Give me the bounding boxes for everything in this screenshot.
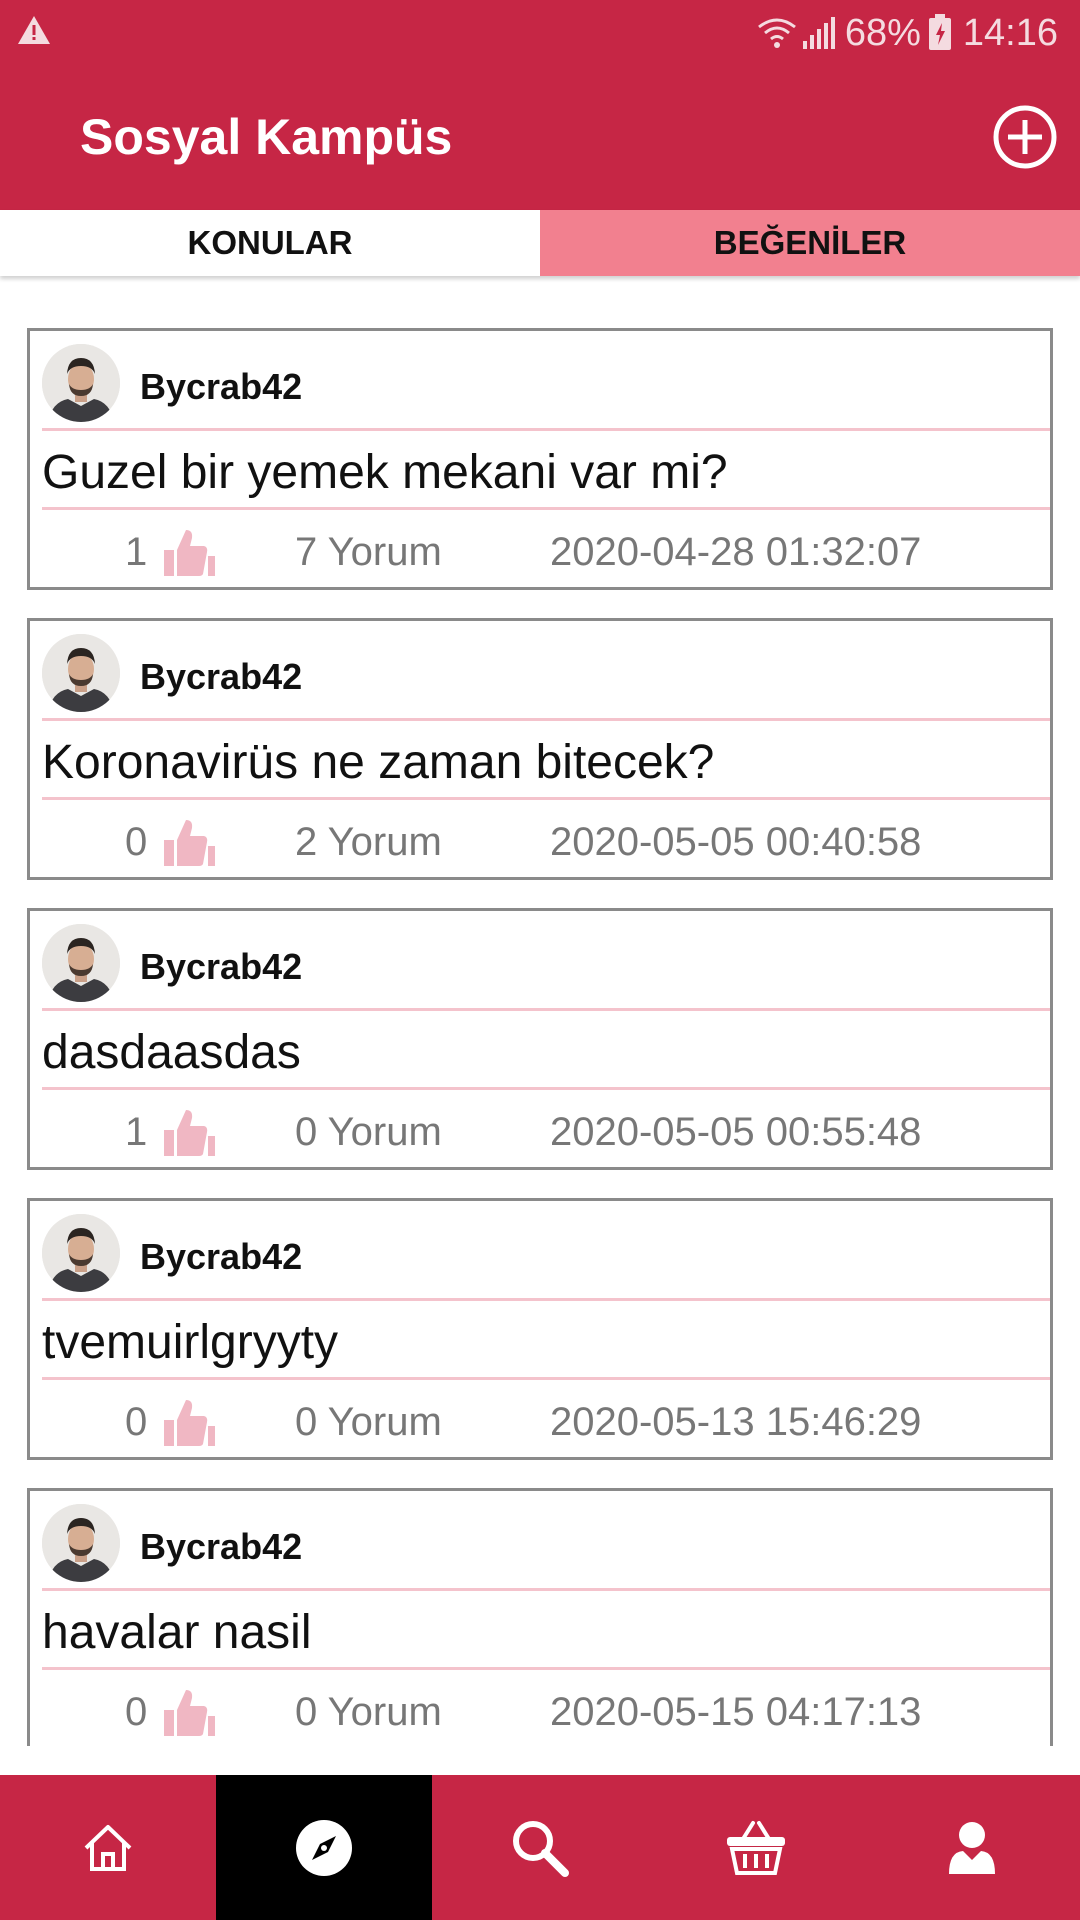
basket-icon [727,1820,785,1875]
topic-meta: 0 2 Yorum 2020-05-05 00:40:58 [30,802,1050,880]
avatar[interactable] [42,1214,120,1292]
username[interactable]: Bycrab42 [140,1526,302,1568]
battery-icon [928,14,951,50]
divider [42,718,1050,721]
topic-card[interactable]: Bycrab42 tvemuirlgryyty 0 0 Yorum 2020-0… [27,1198,1053,1460]
topic-card[interactable]: Bycrab42 Guzel bir yemek mekani var mi? … [27,328,1053,590]
comment-count[interactable]: 0 Yorum [295,1400,442,1445]
like-count: 0 [125,1690,148,1734]
thumbs-up-icon[interactable] [160,1106,216,1160]
thumbs-up-icon[interactable] [160,526,216,580]
divider [42,1377,1050,1380]
bottom-navigation [0,1775,1080,1920]
nav-search[interactable] [432,1775,648,1920]
divider [42,507,1050,510]
profile-icon [949,1821,995,1874]
post-date: 2020-04-28 01:32:07 [550,530,922,574]
tab-begeniler[interactable]: BEĞENİLER [540,210,1080,276]
topic-card[interactable]: Bycrab42 Koronavirüs ne zaman bitecek? 0… [27,618,1053,880]
tab-konular[interactable]: KONULAR [0,210,540,276]
post-date: 2020-05-05 00:40:58 [550,820,922,864]
status-bar: 68% 14:16 [0,0,1080,66]
thumbs-up-icon[interactable] [160,1686,216,1740]
app-bar: Sosyal Kampüs [0,66,1080,210]
topic-title[interactable]: havalar nasil [42,1605,311,1660]
clock: 14:16 [962,11,1058,54]
divider [42,1087,1050,1090]
divider [42,1298,1050,1301]
divider [42,428,1050,431]
post-date: 2020-05-05 00:55:48 [550,1110,922,1154]
username[interactable]: Bycrab42 [140,366,302,408]
avatar[interactable] [42,924,120,1002]
add-topic-button[interactable] [992,104,1058,170]
like-count: 1 [125,1110,148,1154]
topic-meta: 1 7 Yorum 2020-04-28 01:32:07 [30,512,1050,590]
nav-explore[interactable] [216,1775,432,1920]
app-title: Sosyal Kampüs [80,109,453,165]
avatar[interactable] [42,1504,120,1582]
comment-count[interactable]: 0 Yorum [295,1110,442,1155]
signal-icon [802,17,835,49]
topic-meta: 0 0 Yorum 2020-05-13 15:46:29 [30,1382,1050,1460]
compass-icon [296,1819,352,1876]
topic-meta: 0 0 Yorum 2020-05-15 04:17:13 [30,1672,1050,1746]
topic-meta: 1 0 Yorum 2020-05-05 00:55:48 [30,1092,1050,1170]
post-date: 2020-05-13 15:46:29 [550,1400,922,1444]
topic-card[interactable]: Bycrab42 havalar nasil 0 0 Yorum 2020-05… [27,1488,1053,1746]
topic-feed[interactable]: Bycrab42 Guzel bir yemek mekani var mi? … [27,328,1053,1746]
comment-count[interactable]: 7 Yorum [295,530,442,575]
like-count: 0 [125,1400,148,1444]
topic-title[interactable]: dasdaasdas [42,1025,301,1080]
nav-home[interactable] [0,1775,216,1920]
avatar[interactable] [42,634,120,712]
battery-percentage: 68% [844,11,921,54]
post-date: 2020-05-15 04:17:13 [550,1690,922,1734]
warning-icon [18,16,50,44]
username[interactable]: Bycrab42 [140,1236,302,1278]
topic-title[interactable]: Koronavirüs ne zaman bitecek? [42,735,714,790]
nav-basket[interactable] [648,1775,864,1920]
topic-title[interactable]: Guzel bir yemek mekani var mi? [42,445,728,500]
username[interactable]: Bycrab42 [140,946,302,988]
avatar[interactable] [42,344,120,422]
like-count: 0 [125,820,148,864]
like-count: 1 [125,530,148,574]
thumbs-up-icon[interactable] [160,816,216,870]
divider [42,1008,1050,1011]
nav-profile[interactable] [864,1775,1080,1920]
topic-title[interactable]: tvemuirlgryyty [42,1315,338,1370]
divider [42,1667,1050,1670]
thumbs-up-icon[interactable] [160,1396,216,1450]
search-icon [513,1820,569,1877]
tab-bar: KONULAR BEĞENİLER [0,210,1080,276]
username[interactable]: Bycrab42 [140,656,302,698]
topic-card[interactable]: Bycrab42 dasdaasdas 1 0 Yorum 2020-05-05… [27,908,1053,1170]
wifi-icon [757,18,796,48]
divider [42,1588,1050,1591]
divider [42,797,1050,800]
home-icon [84,1824,132,1871]
comment-count[interactable]: 0 Yorum [295,1690,442,1735]
comment-count[interactable]: 2 Yorum [295,820,442,865]
